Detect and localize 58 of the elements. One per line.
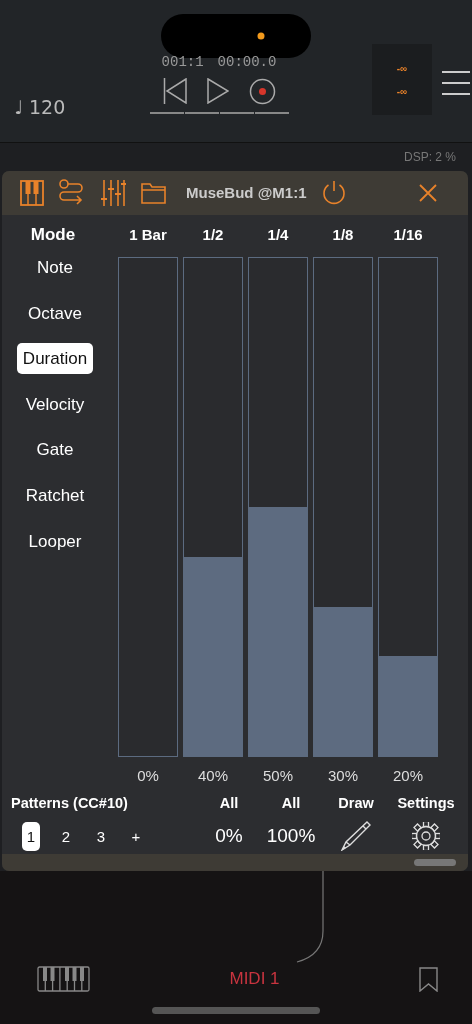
- mode-item[interactable]: Velocity: [19, 388, 91, 420]
- keyboard-icon[interactable]: [37, 966, 90, 992]
- step-slider[interactable]: [378, 256, 438, 757]
- step-value: 30%: [328, 765, 358, 786]
- track-name[interactable]: MIDI 1: [90, 969, 419, 989]
- rewind-icon[interactable]: [162, 78, 187, 104]
- tempo-label[interactable]: ♩ 120: [0, 96, 134, 118]
- value-button[interactable]: 100%: [266, 825, 316, 848]
- mode-item[interactable]: Duration: [16, 343, 94, 375]
- step-label: 1/2: [202, 224, 224, 245]
- mode-item[interactable]: Note: [31, 251, 79, 283]
- step-slider[interactable]: [313, 256, 373, 757]
- control-label: Settings: [397, 794, 455, 811]
- time-position: 00:00.0: [217, 54, 277, 70]
- value-button[interactable]: 0%: [215, 825, 243, 848]
- step-value: 0%: [137, 765, 159, 786]
- mixer-icon[interactable]: [100, 179, 126, 206]
- folder-icon[interactable]: [141, 181, 166, 204]
- plugin-title: MuseBud @M1:1: [186, 184, 307, 202]
- meter-reading: -∞: [396, 85, 408, 97]
- indicator-icon: [257, 32, 265, 40]
- dsp-readout: DSP: 2 %: [403, 149, 456, 164]
- control-label: All: [281, 794, 301, 811]
- step-label: 1/4: [267, 224, 289, 245]
- menu-icon[interactable]: [442, 70, 470, 96]
- mode-item[interactable]: Gate: [30, 434, 80, 466]
- add-pattern-button[interactable]: +: [127, 821, 145, 851]
- mode-item[interactable]: Ratchet: [19, 479, 91, 511]
- patterns-heading: Patterns (CC#10): [11, 794, 128, 811]
- step-value: 40%: [198, 765, 228, 786]
- mode-item[interactable]: Looper: [22, 525, 88, 557]
- power-icon[interactable]: [322, 180, 347, 206]
- meter-reading: -∞: [396, 62, 408, 74]
- step-label: 1/16: [393, 224, 423, 245]
- pattern-tab[interactable]: 1: [22, 821, 40, 851]
- step-value: 50%: [263, 765, 293, 786]
- mode-item[interactable]: Octave: [22, 297, 88, 329]
- play-icon[interactable]: [206, 78, 229, 104]
- bar-position: 001:1: [161, 54, 204, 70]
- pattern-tab[interactable]: 2: [57, 821, 75, 851]
- pattern-tab[interactable]: 3: [92, 821, 110, 851]
- control-label: All: [219, 794, 239, 811]
- pencil-icon[interactable]: [341, 821, 371, 852]
- step-slider[interactable]: [118, 256, 178, 757]
- step-label: 1/8: [332, 224, 354, 245]
- mode-heading: Mode: [30, 224, 76, 245]
- piano-icon[interactable]: [20, 179, 44, 206]
- step-label: 1 Bar: [129, 224, 167, 245]
- step-slider[interactable]: [248, 256, 308, 757]
- record-icon[interactable]: [248, 77, 276, 105]
- bookmark-icon[interactable]: [419, 966, 438, 992]
- scroll-handle[interactable]: [414, 858, 456, 866]
- step-slider[interactable]: [183, 256, 243, 757]
- control-label: Draw: [338, 794, 374, 811]
- close-icon[interactable]: [419, 183, 438, 202]
- step-value: 20%: [393, 765, 423, 786]
- settings-icon[interactable]: [412, 822, 440, 851]
- route-icon[interactable]: [58, 178, 84, 207]
